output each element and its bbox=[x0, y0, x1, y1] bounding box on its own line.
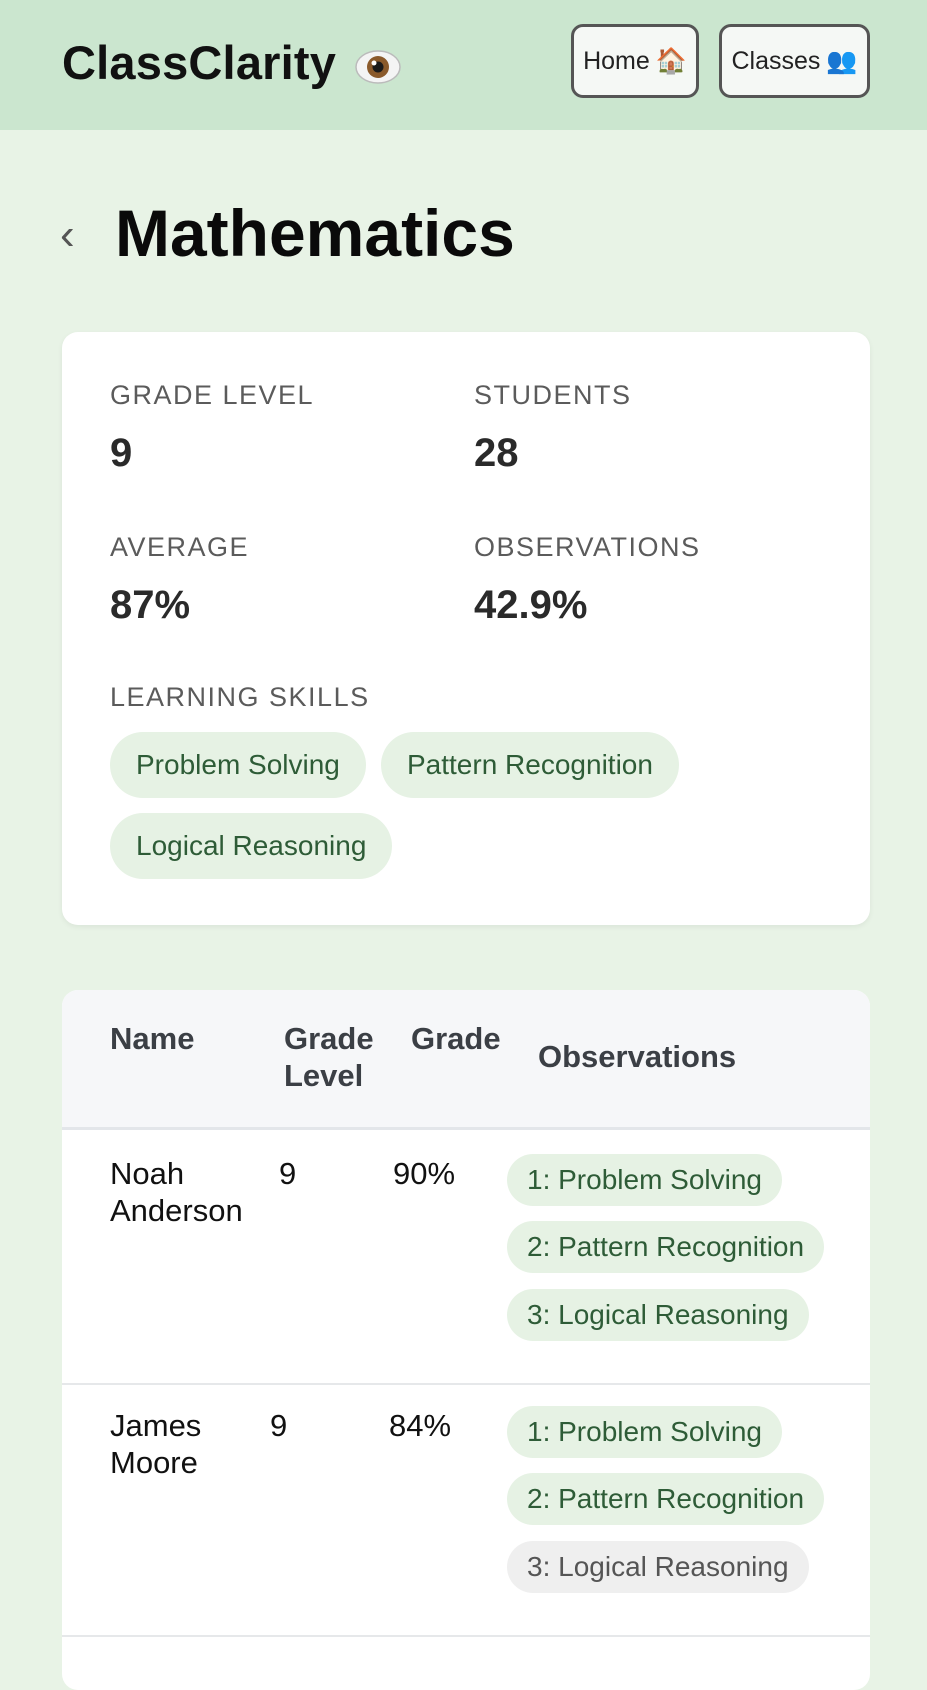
table-row[interactable]: Noah Anderson 9 90% 1: Problem Solving 2… bbox=[62, 1133, 870, 1385]
grade-level-stat: GRADE LEVEL 9 bbox=[110, 380, 314, 476]
class-summary-card: GRADE LEVEL 9 STUDENTS 28 AVERAGE 87% OB… bbox=[62, 332, 870, 925]
skill-chip: Pattern Recognition bbox=[381, 732, 679, 798]
brand[interactable]: ClassClarity bbox=[62, 35, 402, 90]
students-table: Name Grade Level Grade Observations Noah… bbox=[62, 990, 870, 1690]
stat-value: 42.9% bbox=[474, 583, 588, 627]
stat-value: 87% bbox=[110, 583, 191, 627]
nav-classes-button[interactable]: Classes 👥 bbox=[719, 24, 870, 98]
average-stat: AVERAGE 87% bbox=[110, 532, 249, 628]
observations-stat: OBSERVATIONS 42.9% bbox=[474, 532, 701, 628]
observation-chip[interactable]: 2: Pattern Recognition bbox=[507, 1473, 825, 1525]
column-header-grade-level[interactable]: Grade Level bbox=[284, 1020, 374, 1094]
student-last-name: Moore bbox=[110, 1445, 198, 1480]
observation-chip[interactable]: 3: Logical Reasoning bbox=[507, 1541, 809, 1593]
stat-label: OBSERVATIONS bbox=[474, 532, 701, 562]
observation-chip[interactable]: 3: Logical Reasoning bbox=[507, 1289, 809, 1341]
observation-chip[interactable]: 2: Pattern Recognition bbox=[507, 1221, 825, 1273]
header-line: Grade bbox=[284, 1021, 374, 1056]
student-grade: 90% bbox=[393, 1156, 456, 1191]
table-row[interactable]: James Moore 9 84% 1: Problem Solving 2: … bbox=[62, 1385, 870, 1637]
house-icon: 🏠 bbox=[655, 46, 687, 75]
back-button[interactable]: ‹ bbox=[60, 210, 75, 260]
observation-chip[interactable]: 1: Problem Solving bbox=[507, 1406, 783, 1458]
brand-name: ClassClarity bbox=[62, 36, 337, 89]
people-icon: 👥 bbox=[826, 46, 858, 75]
stat-label: AVERAGE bbox=[110, 532, 250, 562]
students-stat: STUDENTS 28 bbox=[474, 380, 632, 476]
skill-chip: Logical Reasoning bbox=[110, 813, 393, 879]
learning-skills-label: LEARNING SKILLS bbox=[110, 682, 370, 712]
nav-home-label: Home bbox=[583, 46, 650, 75]
student-name: James Moore bbox=[110, 1407, 201, 1481]
observation-chip[interactable]: 1: Problem Solving bbox=[507, 1154, 783, 1206]
eye-icon bbox=[354, 43, 402, 84]
student-grade: 84% bbox=[389, 1408, 452, 1443]
column-header-observations[interactable]: Observations bbox=[538, 1038, 736, 1075]
column-header-grade[interactable]: Grade bbox=[411, 1020, 501, 1057]
stat-label: STUDENTS bbox=[474, 380, 632, 410]
student-name: Noah Anderson bbox=[110, 1155, 243, 1229]
stat-value: 9 bbox=[110, 431, 133, 475]
nav-home-button[interactable]: Home 🏠 bbox=[571, 24, 699, 98]
app-header: ClassClarity Home 🏠 Classes 👥 bbox=[0, 0, 927, 130]
student-first-name: James bbox=[110, 1408, 202, 1443]
header-line: Level bbox=[284, 1058, 364, 1093]
student-grade-level: 9 bbox=[270, 1408, 288, 1443]
student-last-name: Anderson bbox=[110, 1193, 243, 1228]
skill-chip: Problem Solving bbox=[110, 732, 366, 798]
page-title: Mathematics bbox=[115, 196, 515, 270]
column-header-name[interactable]: Name bbox=[110, 1020, 194, 1057]
student-first-name: Noah bbox=[110, 1156, 185, 1191]
stat-value: 28 bbox=[474, 431, 519, 475]
nav-classes-label: Classes bbox=[731, 46, 821, 75]
student-grade-level: 9 bbox=[279, 1156, 297, 1191]
stat-label: GRADE LEVEL bbox=[110, 380, 315, 410]
table-header: Name Grade Level Grade Observations bbox=[62, 990, 870, 1130]
